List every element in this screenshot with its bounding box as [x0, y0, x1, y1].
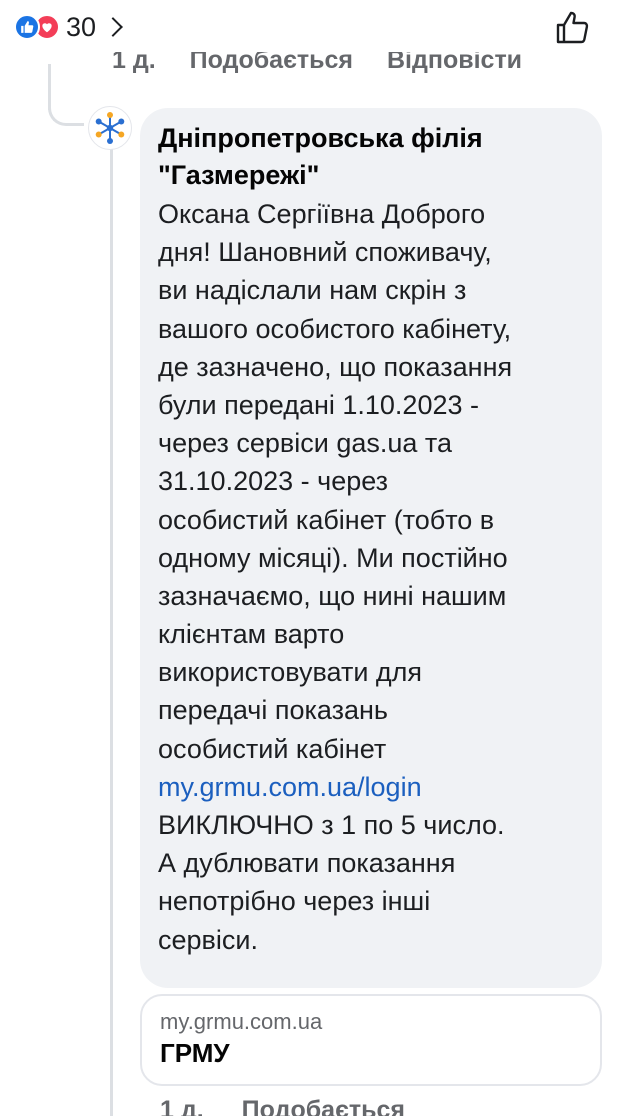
- thumbs-up-icon: [556, 11, 589, 44]
- comment-thread-page: 30 1 д. Подобається Відповісти Дніпропет…: [0, 0, 620, 1116]
- comment-text: Оксана Сергіївна Доброго дня! Шановний с…: [158, 195, 584, 959]
- author-name-line2: "Газмережі": [158, 160, 320, 190]
- comment-author[interactable]: Дніпропетровська філія "Газмережі": [158, 120, 584, 194]
- chevron-right-icon: [103, 17, 123, 37]
- thread-connector: [48, 92, 84, 126]
- comment-line: особистий кабінет (тобто в: [158, 504, 495, 535]
- reaction-count: 30: [66, 11, 97, 42]
- comment-bubble[interactable]: Дніпропетровська філія "Газмережі" Оксан…: [140, 108, 602, 988]
- comment-line: вашого особистого кабінету,: [158, 313, 512, 344]
- comment-line: ВИКЛЮЧНО з 1 по 5 число.: [158, 810, 505, 840]
- comment-line: А дублювати показання: [158, 848, 456, 879]
- comment-line: Оксана Сергіївна Доброго: [158, 199, 486, 229]
- comment-line: клієнтам варто: [158, 619, 345, 650]
- previous-like-button[interactable]: Подобається: [190, 52, 353, 84]
- comment-line: зазначаємо, що нині нашим: [158, 580, 507, 611]
- company-logo-icon: [95, 112, 125, 144]
- comment-line: були передані 1.10.2023 -: [158, 389, 479, 420]
- comment-line: передачі показань: [158, 695, 388, 726]
- comment-line: 31.10.2023 - через: [158, 466, 389, 497]
- previous-comment-time: 1 д.: [112, 52, 156, 74]
- comment-line: одному місяці). Ми постійно: [158, 542, 508, 573]
- link-preview-domain: my.grmu.com.ua: [160, 1009, 323, 1034]
- author-name-line1: Дніпропетровська філія: [158, 123, 483, 153]
- comment-line: через сервіси gas.ua та: [158, 428, 453, 459]
- comment-like-button[interactable]: Подобається: [242, 1096, 405, 1116]
- comment-actions: 1 д. Подобається: [160, 1096, 405, 1116]
- comment-line: ви надіслали нам скрін з: [158, 275, 467, 306]
- comment-time: 1 д.: [160, 1096, 204, 1116]
- comment-line: де зазначено, що показання: [158, 351, 513, 382]
- like-post-button[interactable]: [552, 8, 592, 48]
- previous-reply-button[interactable]: Відповісти: [387, 52, 522, 84]
- comment-line: непотрібно через інші: [158, 886, 431, 917]
- reaction-summary[interactable]: 30: [14, 10, 123, 44]
- comment-line: використовувати для: [158, 657, 423, 688]
- comment-line: сервіси.: [158, 924, 258, 955]
- avatar[interactable]: [88, 106, 132, 150]
- link-preview-title: ГРМУ: [160, 1038, 230, 1068]
- comment-line: особистий кабінет: [158, 733, 387, 764]
- previous-comment-actions: 1 д. Подобається Відповісти: [112, 52, 522, 90]
- comment-link[interactable]: my.grmu.com.ua/login: [158, 768, 584, 806]
- like-icon: [14, 14, 40, 40]
- comment-line: дня! Шановний споживачу,: [158, 237, 492, 268]
- thread-line-reply: [110, 148, 113, 1116]
- link-preview-card[interactable]: my.grmu.com.ua ГРМУ: [140, 994, 602, 1086]
